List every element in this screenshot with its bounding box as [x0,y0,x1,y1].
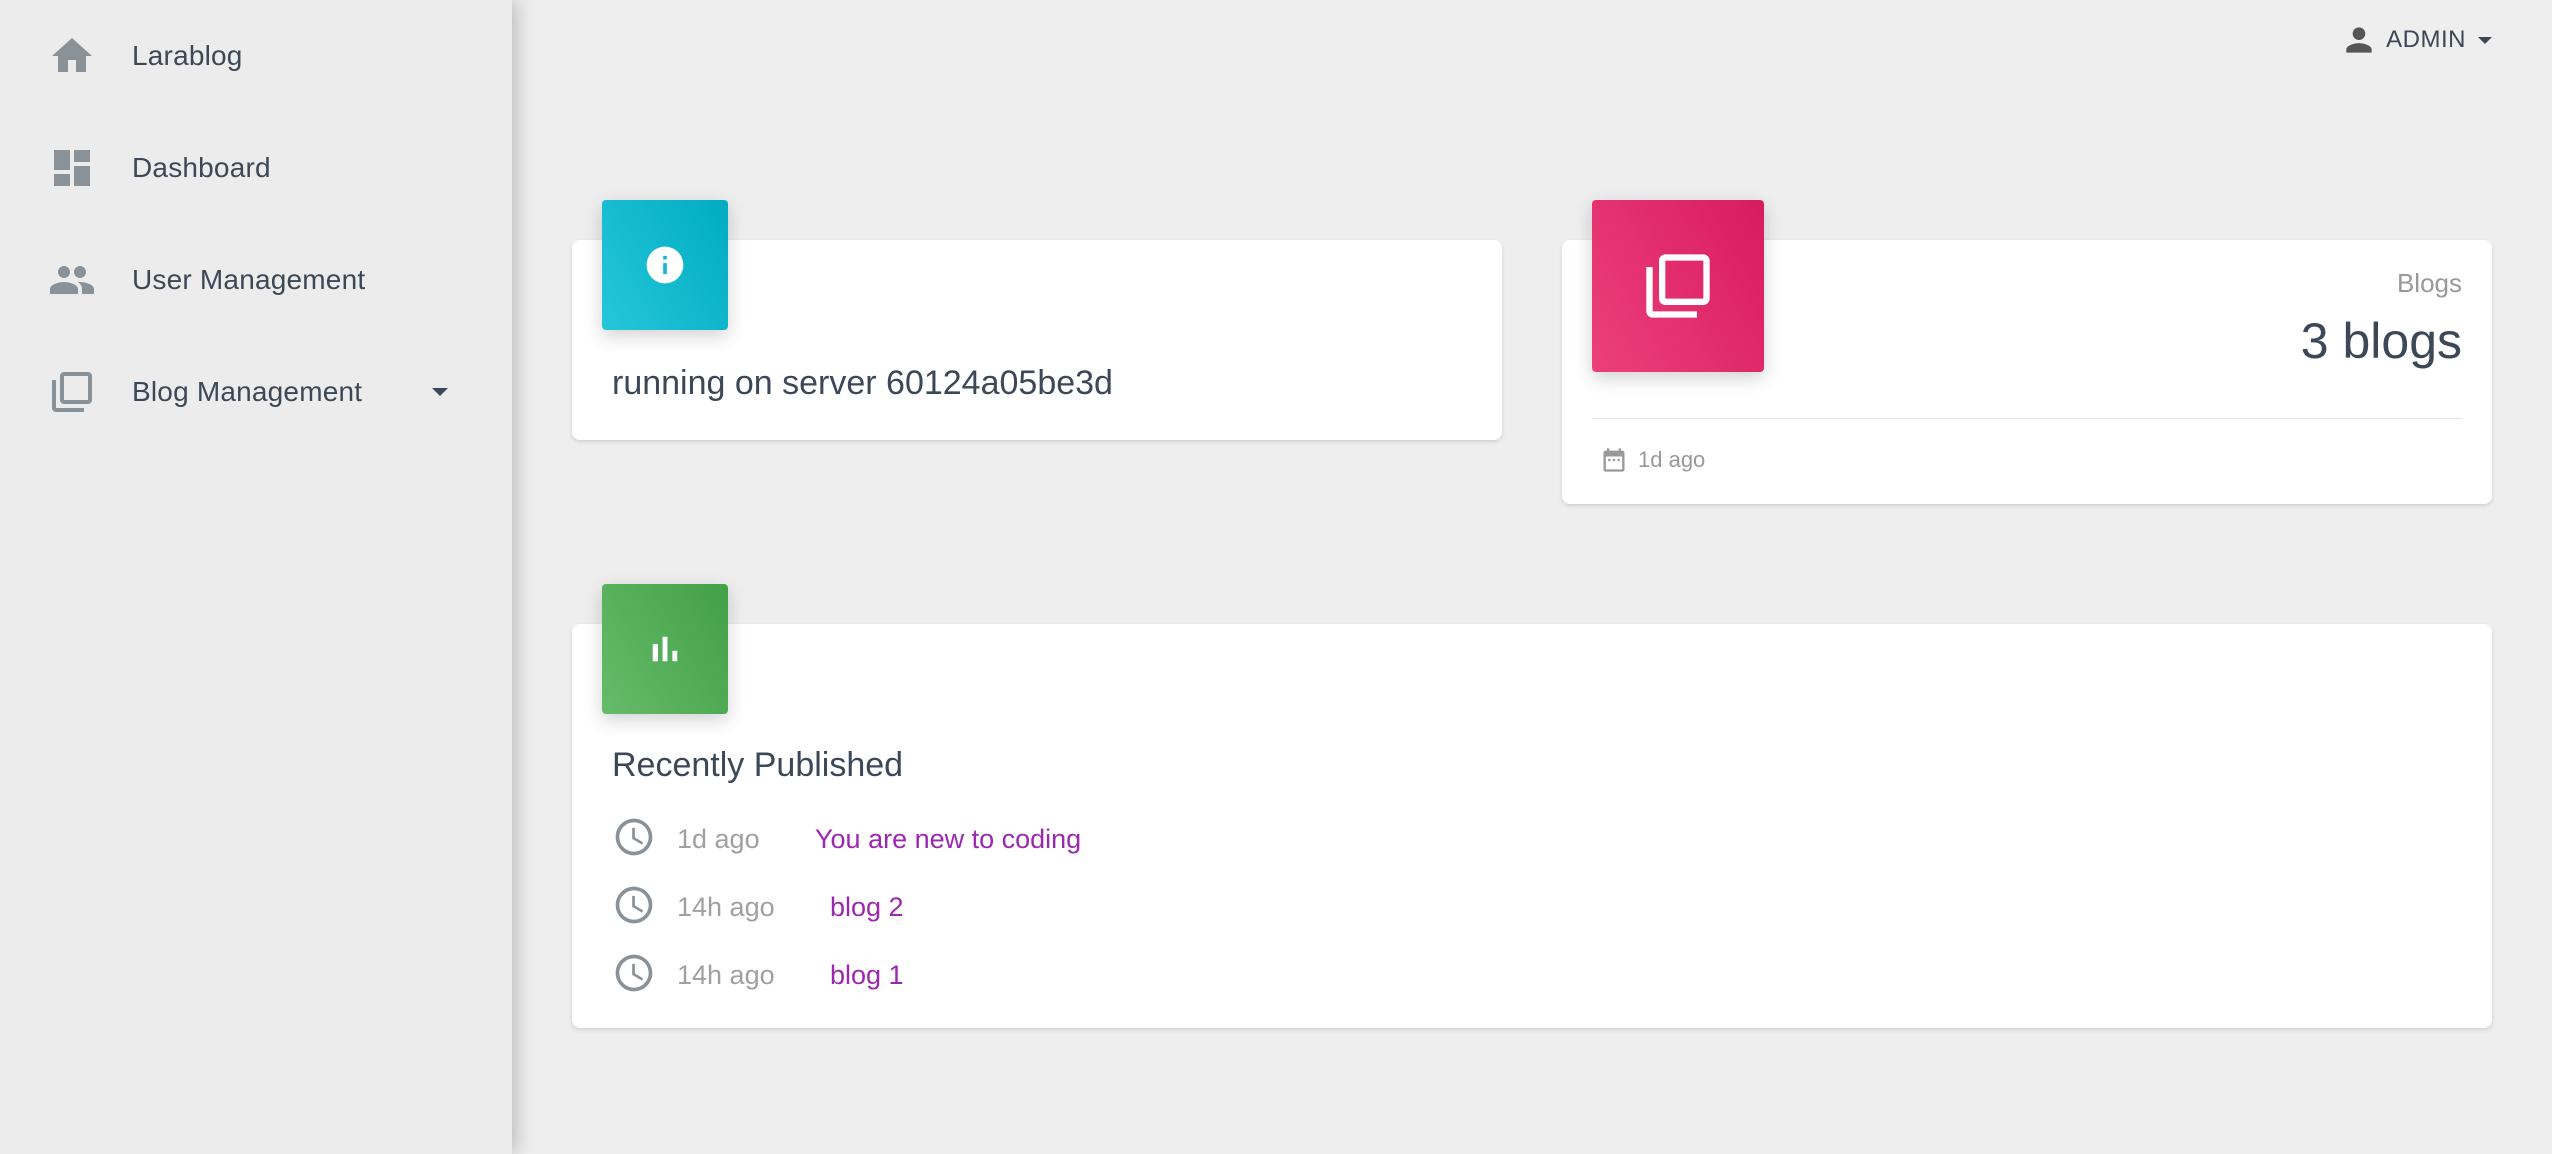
clock-icon [612,815,656,864]
clock-icon [612,951,656,1000]
user-menu[interactable]: ADMIN [2340,18,2492,62]
home-icon [48,32,96,80]
chevron-down-icon[interactable] [432,388,448,396]
chart-card-icon [602,584,728,714]
person-icon [2346,27,2372,53]
published-time: 14h ago [677,891,775,922]
info-icon [646,246,684,284]
chevron-down-icon [2478,36,2492,44]
blogs-card-icon [1592,200,1764,372]
library-icon [48,368,96,416]
sidebar-item-label: Dashboard [132,152,271,183]
blog-link[interactable]: You are new to coding [815,824,1081,855]
blogs-category-label: Blogs [2396,268,2462,298]
sidebar-item-label: Blog Management [132,376,363,407]
published-time: 1d ago [677,823,760,854]
dashboard-icon [48,144,96,192]
list-item: 14h ago blog 1 [612,951,904,1000]
people-icon [48,256,96,304]
sidebar-item-user-management[interactable]: User Management [0,232,512,328]
bar-chart-icon [652,636,678,662]
library-icon [1646,254,1710,318]
calendar-icon [1603,448,1625,472]
blogs-count: 3 blogs [2300,313,2462,369]
clock-icon [612,883,656,932]
blogs-updated-time: 1d ago [1638,447,1706,472]
sidebar-item-larablog[interactable]: Larablog [0,8,512,104]
blogs-footer-stat: 1d ago [1600,446,1705,474]
sidebar: Larablog Dashboard User Management Blog … [0,0,512,1154]
server-status-text: running on server 60124a05be3d [612,364,1113,402]
blog-link[interactable]: blog 1 [830,960,904,991]
card-divider [1592,418,2462,419]
sidebar-item-label: Larablog [132,40,243,71]
sidebar-item-dashboard[interactable]: Dashboard [0,120,512,216]
list-item: 14h ago blog 2 [612,883,904,932]
info-card-icon [602,200,728,330]
published-time: 14h ago [677,959,775,990]
sidebar-item-blog-management[interactable]: Blog Management [0,344,512,440]
recently-published-title: Recently Published [612,746,904,784]
blog-link[interactable]: blog 2 [830,892,904,923]
sidebar-item-label: User Management [132,264,366,295]
list-item: 1d ago You are new to coding [612,815,1081,864]
user-name: ADMIN [2386,26,2466,53]
